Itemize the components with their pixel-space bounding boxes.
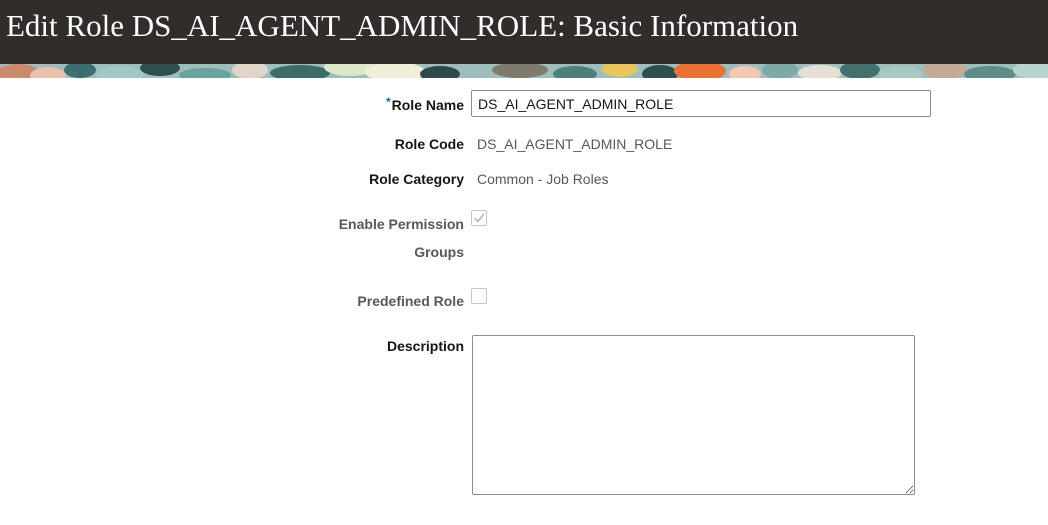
role-name-input[interactable] bbox=[471, 90, 931, 117]
enable-permission-groups-checkbox[interactable] bbox=[471, 210, 487, 226]
check-icon bbox=[474, 213, 485, 223]
role-name-label: *Role Name bbox=[385, 95, 464, 113]
enable-permission-groups-label-line1: Enable Permission bbox=[338, 216, 464, 232]
role-name-label-text: Role Name bbox=[391, 97, 464, 113]
page-title: Edit Role DS_AI_AGENT_ADMIN_ROLE: Basic … bbox=[6, 8, 799, 43]
role-category-value: Common - Job Roles bbox=[477, 171, 609, 187]
predefined-role-label: Predefined Role bbox=[357, 293, 464, 309]
required-marker: * bbox=[385, 95, 391, 109]
basic-information-form: *Role Name Role Code DS_AI_AGENT_ADMIN_R… bbox=[0, 78, 1048, 525]
description-label: Description bbox=[386, 338, 464, 354]
role-code-label: Role Code bbox=[394, 136, 464, 152]
page-header: Edit Role DS_AI_AGENT_ADMIN_ROLE: Basic … bbox=[0, 0, 1048, 78]
description-textarea[interactable] bbox=[472, 335, 915, 495]
enable-permission-groups-label-line2: Groups bbox=[414, 244, 464, 260]
decorative-banner bbox=[0, 64, 1048, 78]
role-category-label: Role Category bbox=[369, 171, 464, 187]
predefined-role-checkbox[interactable] bbox=[471, 288, 487, 304]
role-code-value: DS_AI_AGENT_ADMIN_ROLE bbox=[477, 136, 673, 152]
